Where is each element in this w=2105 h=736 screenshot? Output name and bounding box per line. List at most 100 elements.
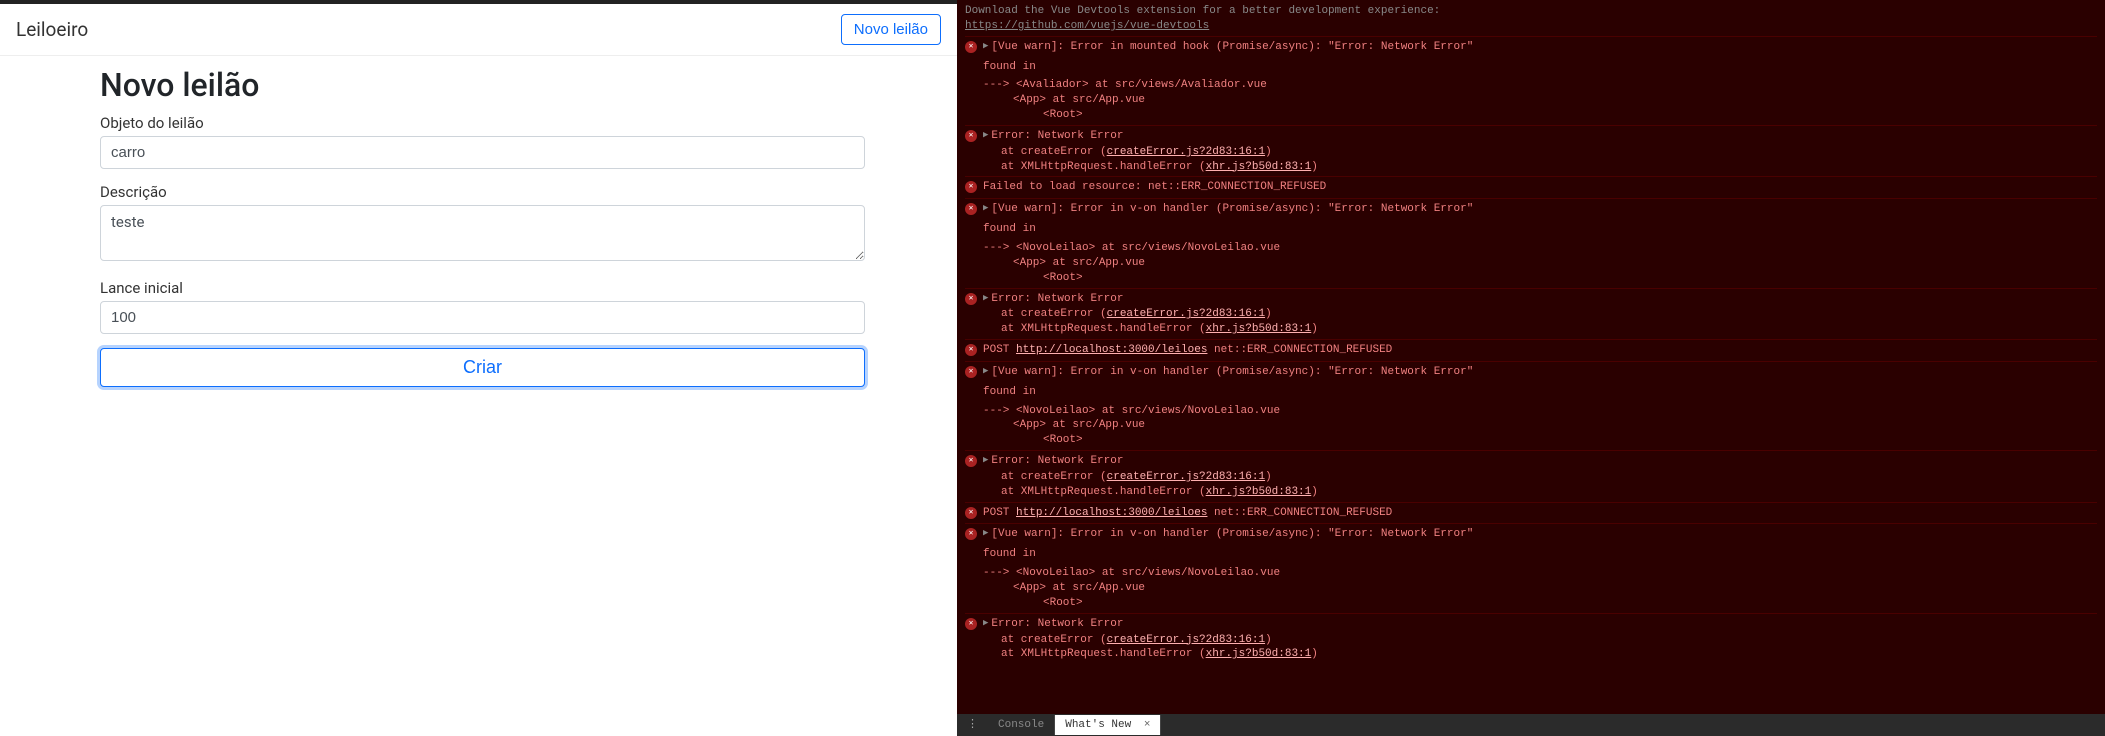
- error-icon: ✕: [965, 41, 977, 53]
- caret-icon: ▶: [983, 617, 988, 629]
- drawer-tab-whatsnew[interactable]: What's New ×: [1055, 715, 1161, 736]
- source-link[interactable]: xhr.js?b50d:83:1: [1206, 648, 1312, 660]
- caret-icon: ▶: [983, 365, 988, 377]
- error-icon: ✕: [965, 181, 977, 193]
- error-icon: ✕: [965, 618, 977, 630]
- stack-line: at XMLHttpRequest.handleError (xhr.js?b5…: [965, 647, 2097, 662]
- trace-avaliador: ---> <Avaliador> at src/views/Avaliador.…: [983, 78, 2097, 93]
- error-network: Error: Network Error: [991, 617, 1123, 632]
- drawer-tab-console[interactable]: Console: [988, 715, 1055, 736]
- navbar: Leiloeiro Novo leilão: [0, 4, 957, 56]
- console-row[interactable]: ✕ ▶ Error: Network Error: [965, 453, 2097, 470]
- caret-icon: ▶: [983, 40, 988, 52]
- error-icon: ✕: [965, 507, 977, 519]
- error-network: Error: Network Error: [991, 129, 1123, 144]
- console-row[interactable]: ✕ ▶ Error: Network Error: [965, 128, 2097, 145]
- caret-icon: ▶: [983, 202, 988, 214]
- source-link[interactable]: createError.js?2d83:16:1: [1107, 146, 1265, 158]
- caret-icon: ▶: [983, 129, 988, 141]
- page-title: Novo leilão: [100, 66, 865, 104]
- console-row[interactable]: ✕ POST http://localhost:3000/leiloes net…: [965, 342, 2097, 359]
- console-row[interactable]: ✕ POST http://localhost:3000/leiloes net…: [965, 505, 2097, 522]
- error-icon: ✕: [965, 130, 977, 142]
- trace-root: <Root>: [983, 433, 2097, 448]
- post-error: POST http://localhost:3000/leiloes net::…: [983, 343, 1392, 358]
- trace-app: <App> at src/App.vue: [983, 256, 2097, 271]
- field-lance: Lance inicial: [100, 279, 865, 334]
- console-row[interactable]: ✕ ▶ Error: Network Error: [965, 616, 2097, 633]
- label-descricao: Descrição: [100, 183, 865, 201]
- source-link[interactable]: createError.js?2d83:16:1: [1107, 471, 1265, 483]
- source-link[interactable]: createError.js?2d83:16:1: [1107, 308, 1265, 320]
- source-link[interactable]: xhr.js?b50d:83:1: [1206, 486, 1312, 498]
- vue-warn-von: [Vue warn]: Error in v-on handler (Promi…: [991, 365, 1473, 380]
- submit-button[interactable]: Criar: [100, 348, 865, 387]
- trace-root: <Root>: [983, 271, 2097, 286]
- drawer-menu-icon[interactable]: ⋮: [957, 718, 988, 733]
- trace-root: <Root>: [983, 108, 2097, 123]
- error-icon: ✕: [965, 203, 977, 215]
- source-link[interactable]: xhr.js?b50d:83:1: [1206, 161, 1312, 173]
- trace-app: <App> at src/App.vue: [983, 581, 2097, 596]
- console-row[interactable]: ✕ ▶ [Vue warn]: Error in v-on handler (P…: [965, 526, 2097, 543]
- tab-label: What's New: [1065, 719, 1131, 731]
- console-row[interactable]: ✕ ▶ [Vue warn]: Error in v-on handler (P…: [965, 201, 2097, 218]
- caret-icon: ▶: [983, 454, 988, 466]
- devtools-download-note: Download the Vue Devtools extension for …: [965, 4, 2097, 34]
- close-icon[interactable]: ×: [1144, 719, 1151, 731]
- console-row[interactable]: ✕ ▶ [Vue warn]: Error in mounted hook (P…: [965, 39, 2097, 56]
- post-url-link[interactable]: http://localhost:3000/leiloes: [1016, 344, 1207, 356]
- app-pane: Leiloeiro Novo leilão Novo leilão Objeto…: [0, 0, 957, 736]
- devtools-console: Download the Vue Devtools extension for …: [957, 0, 2105, 736]
- field-objeto: Objeto do leilão: [100, 114, 865, 169]
- label-lance: Lance inicial: [100, 279, 865, 297]
- post-url-link[interactable]: http://localhost:3000/leiloes: [1016, 507, 1207, 519]
- stack-line: at XMLHttpRequest.handleError (xhr.js?b5…: [965, 322, 2097, 337]
- trace-novoleilao: ---> <NovoLeilao> at src/views/NovoLeila…: [983, 566, 2097, 581]
- caret-icon: ▶: [983, 292, 988, 304]
- devtools-download-link[interactable]: https://github.com/vuejs/vue-devtools: [965, 20, 1209, 32]
- stack-line: at XMLHttpRequest.handleError (xhr.js?b5…: [965, 485, 2097, 500]
- error-icon: ✕: [965, 528, 977, 540]
- found-in-text: found in: [965, 218, 2097, 241]
- form-container: Novo leilão Objeto do leilão Descrição t…: [100, 56, 865, 387]
- error-network: Error: Network Error: [991, 454, 1123, 469]
- textarea-descricao[interactable]: teste: [100, 205, 865, 261]
- brand: Leiloeiro: [16, 18, 88, 41]
- trace-root: <Root>: [983, 596, 2097, 611]
- post-error: POST http://localhost:3000/leiloes net::…: [983, 506, 1392, 521]
- failed-load-text: Failed to load resource: net::ERR_CONNEC…: [983, 180, 1326, 195]
- new-auction-button[interactable]: Novo leilão: [841, 14, 941, 45]
- field-descricao: Descrição teste: [100, 183, 865, 265]
- stack-line: at createError (createError.js?2d83:16:1…: [965, 307, 2097, 322]
- vue-warn-mounted: [Vue warn]: Error in mounted hook (Promi…: [991, 40, 1473, 55]
- download-note-text: Download the Vue Devtools extension for …: [965, 5, 1440, 17]
- console-row[interactable]: ✕ ▶ Error: Network Error: [965, 291, 2097, 308]
- input-objeto[interactable]: [100, 136, 865, 169]
- source-link[interactable]: createError.js?2d83:16:1: [1107, 634, 1265, 646]
- error-icon: ✕: [965, 455, 977, 467]
- found-in-text: found in: [965, 56, 2097, 79]
- label-objeto: Objeto do leilão: [100, 114, 865, 132]
- trace-novoleilao: ---> <NovoLeilao> at src/views/NovoLeila…: [983, 241, 2097, 256]
- source-link[interactable]: xhr.js?b50d:83:1: [1206, 323, 1312, 335]
- stack-line: at createError (createError.js?2d83:16:1…: [965, 145, 2097, 160]
- console-row[interactable]: ✕ ▶ [Vue warn]: Error in v-on handler (P…: [965, 364, 2097, 381]
- console-row[interactable]: ✕ Failed to load resource: net::ERR_CONN…: [965, 179, 2097, 196]
- error-network: Error: Network Error: [991, 292, 1123, 307]
- trace-app: <App> at src/App.vue: [983, 418, 2097, 433]
- error-icon: ✕: [965, 293, 977, 305]
- input-lance[interactable]: [100, 301, 865, 334]
- error-icon: ✕: [965, 344, 977, 356]
- stack-line: at createError (createError.js?2d83:16:1…: [965, 633, 2097, 648]
- trace-app: <App> at src/App.vue: [983, 93, 2097, 108]
- caret-icon: ▶: [983, 527, 988, 539]
- devtools-drawer-tabs: ⋮ Console What's New ×: [957, 714, 2105, 736]
- vue-warn-von: [Vue warn]: Error in v-on handler (Promi…: [991, 527, 1473, 542]
- found-in-text: found in: [965, 543, 2097, 566]
- stack-line: at XMLHttpRequest.handleError (xhr.js?b5…: [965, 160, 2097, 175]
- stack-line: at createError (createError.js?2d83:16:1…: [965, 470, 2097, 485]
- error-icon: ✕: [965, 366, 977, 378]
- trace-novoleilao: ---> <NovoLeilao> at src/views/NovoLeila…: [983, 404, 2097, 419]
- vue-warn-von: [Vue warn]: Error in v-on handler (Promi…: [991, 202, 1473, 217]
